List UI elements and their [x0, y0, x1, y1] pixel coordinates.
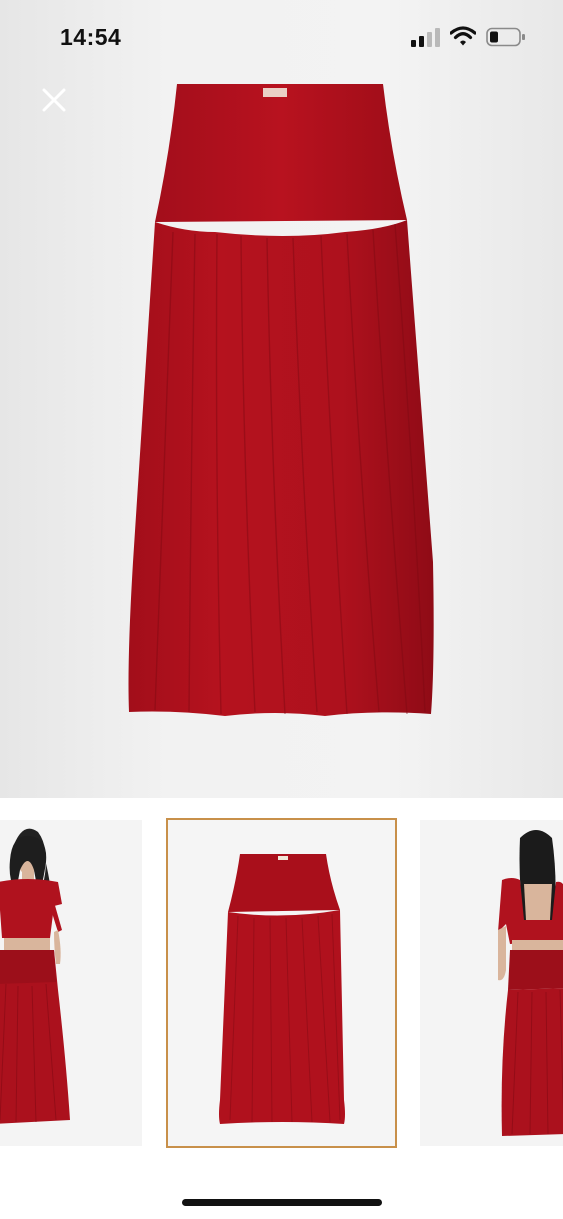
close-icon[interactable] — [38, 84, 70, 116]
thumbnail-strip — [0, 818, 563, 1150]
cellular-signal-icon — [411, 28, 440, 47]
model-front-image — [0, 828, 70, 1124]
thumbnail-model-back[interactable] — [420, 820, 563, 1146]
status-time: 14:54 — [60, 24, 122, 50]
thumbnail-product-flat[interactable] — [166, 818, 397, 1148]
model-back-image — [498, 830, 563, 1136]
thumbnail-model-front[interactable] — [0, 820, 142, 1146]
wifi-icon — [450, 26, 476, 46]
red-skirt-image — [128, 84, 434, 716]
status-bar: 14:54 — [0, 0, 563, 76]
home-indicator[interactable] — [182, 1199, 382, 1206]
main-product-image[interactable] — [0, 0, 563, 798]
product-flat-image — [219, 854, 345, 1124]
battery-icon — [486, 27, 525, 47]
